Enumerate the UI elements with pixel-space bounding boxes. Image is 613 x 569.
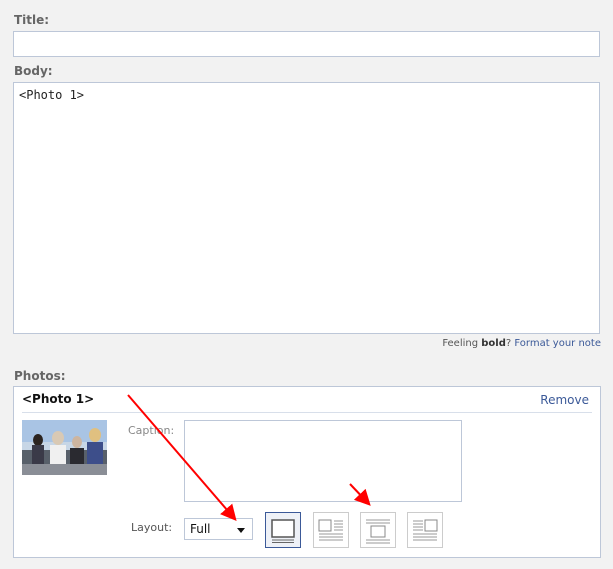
photos-label: Photos: bbox=[14, 369, 66, 383]
format-hint: Feeling bold? Format your note bbox=[442, 338, 601, 349]
text-right-layout-icon bbox=[413, 519, 438, 541]
layout-option-right[interactable] bbox=[407, 512, 443, 548]
chevron-down-icon bbox=[237, 528, 245, 533]
text-left-layout-icon bbox=[318, 519, 343, 541]
body-label: Body: bbox=[14, 64, 53, 78]
feeling-prefix: Feeling bbox=[442, 338, 482, 349]
photo-item-header: <Photo 1> Remove bbox=[22, 387, 592, 413]
layout-select-value: Full bbox=[190, 522, 211, 536]
title-label: Title: bbox=[14, 13, 50, 27]
centered-layout-icon bbox=[366, 519, 390, 544]
caption-textarea[interactable] bbox=[184, 420, 462, 502]
full-layout-icon bbox=[271, 519, 295, 543]
photo-thumbnail-image bbox=[22, 420, 107, 475]
title-input[interactable] bbox=[13, 31, 600, 57]
format-note-link[interactable]: Format your note bbox=[514, 338, 601, 349]
layout-option-full[interactable] bbox=[265, 512, 301, 548]
layout-option-left[interactable] bbox=[313, 512, 349, 548]
layout-label: Layout: bbox=[131, 521, 173, 534]
photo-item-panel: <Photo 1> Remove Caption: Layout: Full bbox=[13, 386, 601, 558]
photo-title: <Photo 1> bbox=[22, 392, 95, 406]
remove-photo-link[interactable]: Remove bbox=[540, 393, 589, 407]
feeling-bold: bold bbox=[481, 338, 506, 349]
body-textarea[interactable]: <Photo 1> bbox=[13, 82, 600, 334]
photo-thumbnail bbox=[22, 420, 107, 475]
layout-select[interactable]: Full bbox=[184, 518, 253, 540]
layout-option-center[interactable] bbox=[360, 512, 396, 548]
caption-label: Caption: bbox=[128, 424, 175, 437]
